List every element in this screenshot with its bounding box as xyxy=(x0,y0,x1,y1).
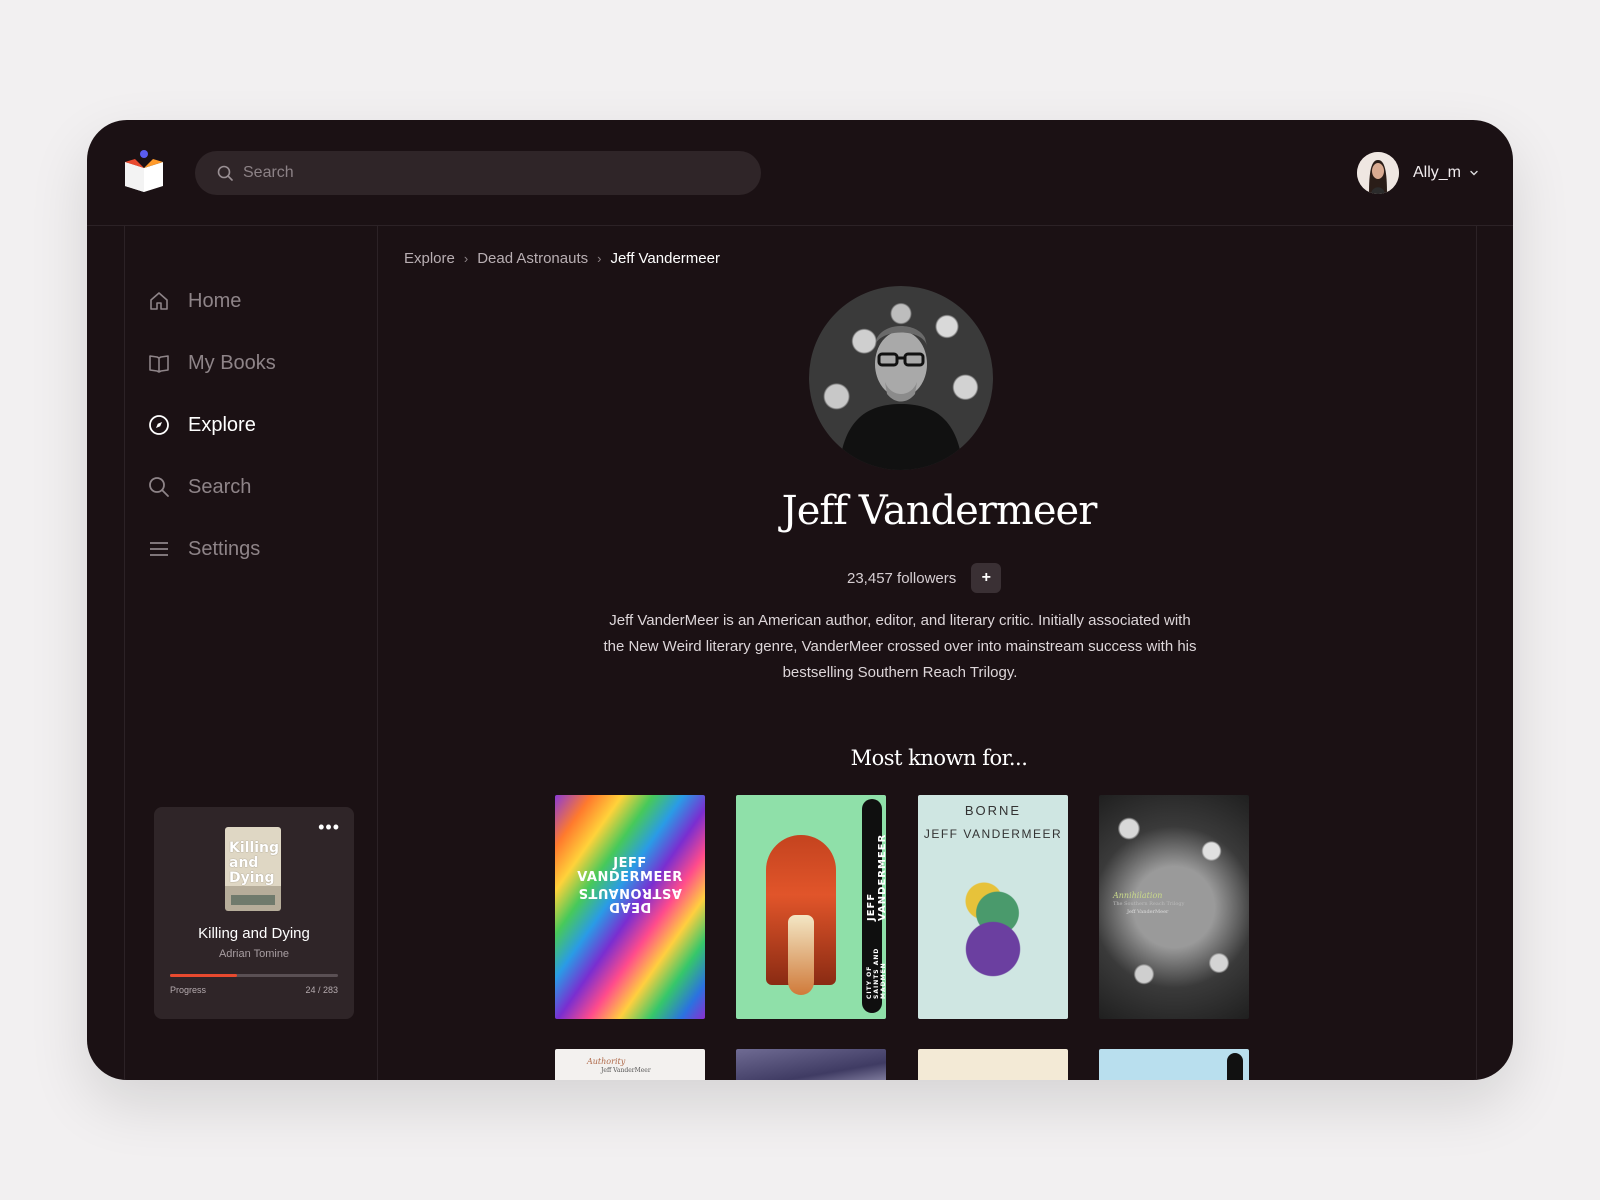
chevron-down-icon[interactable] xyxy=(1469,168,1479,178)
book-cover[interactable]: Killing and Dying xyxy=(225,827,281,911)
sidebar-item-label: Settings xyxy=(188,537,261,560)
progress-bar xyxy=(170,974,338,977)
author-name: Jeff Vandermeer xyxy=(781,488,1098,534)
cover-title: CITY OF SAINTS AND MADMEN xyxy=(866,947,886,999)
top-bar: Ally_m xyxy=(87,120,1513,226)
book-cover-city-of-saints[interactable]: JEFF VANDERMEER CITY OF SAINTS AND MADME… xyxy=(736,795,886,1019)
cover-author: JEFF VANDERMEER xyxy=(923,827,1063,841)
sidebar-item-settings[interactable]: Settings xyxy=(147,518,377,580)
book-cover-authority[interactable]: Authority Jeff VanderMeer xyxy=(555,1049,705,1080)
author-photo xyxy=(809,286,993,470)
cover-text: JEFF xyxy=(613,856,647,871)
cover-author: Jeff VanderMeer xyxy=(601,1067,651,1074)
more-options-icon[interactable]: ••• xyxy=(318,817,340,838)
book-cover[interactable] xyxy=(918,1049,1068,1080)
book-open-icon xyxy=(147,351,171,375)
cover-spine xyxy=(1227,1053,1243,1080)
sidebar-item-label: My Books xyxy=(188,351,276,374)
cover-spine: JEFF VANDERMEER CITY OF SAINTS AND MADME… xyxy=(862,799,886,1013)
follow-button[interactable]: + xyxy=(971,563,1002,593)
cover-title: BORNE xyxy=(964,803,1022,818)
search-bar[interactable] xyxy=(195,151,761,195)
sidebar-item-label: Explore xyxy=(188,413,256,436)
user-menu[interactable]: Ally_m xyxy=(1356,152,1479,194)
cover-illustration xyxy=(231,895,275,905)
app-window: Ally_m Home My Books Explore xyxy=(87,120,1513,1080)
sidebar-item-home[interactable]: Home xyxy=(147,270,377,332)
cover-author: JEFF VANDERMEER xyxy=(866,833,886,921)
sidebar-item-my-books[interactable]: My Books xyxy=(147,332,377,394)
search-icon xyxy=(217,165,233,181)
now-reading-card[interactable]: ••• Killing and Dying Killing and Dying … xyxy=(154,807,354,1019)
sidebar-item-label: Search xyxy=(188,475,252,498)
sidebar-item-search[interactable]: Search xyxy=(147,456,377,518)
progress-label: Progress xyxy=(170,985,207,995)
progress-value: 24 / 283 xyxy=(305,985,338,995)
book-author: Adrian Tomine xyxy=(218,948,290,960)
cover-author: JEFF VANDERMEER DEAD ASTRONAUTS xyxy=(555,856,705,915)
breadcrumb-dead-astronauts[interactable]: Dead Astronauts xyxy=(477,250,588,267)
cover-author: Jeff VanderMeer xyxy=(1127,909,1169,915)
sidebar-nav: Home My Books Explore Search Settings xyxy=(147,270,377,580)
book-cover-annihilation[interactable]: Annihilation The Southern Reach Trilogy … xyxy=(1099,795,1249,1019)
progress-fill xyxy=(170,974,238,977)
section-heading: Most known for... xyxy=(850,746,1028,770)
cover-text: VANDERMEER xyxy=(577,870,683,885)
author-bio: Jeff VanderMeer is an American author, e… xyxy=(603,612,1197,681)
cover-title: Annihilation xyxy=(1113,891,1163,900)
cover-subtitle: The Southern Reach Trilogy xyxy=(1113,901,1185,907)
menu-icon xyxy=(147,537,171,561)
search-input[interactable] xyxy=(243,164,723,182)
followers-count: 23,457 followers xyxy=(847,569,957,587)
app-logo[interactable] xyxy=(123,148,165,196)
breadcrumb-current: Jeff Vandermeer xyxy=(610,250,720,267)
cover-title: Killing and Dying xyxy=(229,840,280,886)
followers-row: 23,457 followers + xyxy=(847,563,1002,593)
sidebar-item-label: Home xyxy=(188,289,242,312)
user-name: Ally_m xyxy=(1412,164,1461,181)
book-cover[interactable] xyxy=(736,1049,886,1080)
cover-title: DEAD ASTRONAUTS xyxy=(578,885,682,914)
search-icon xyxy=(147,475,171,499)
book-cover-borne[interactable]: BORNE JEFF VANDERMEER xyxy=(918,795,1068,1019)
book-cover-dead-astronauts[interactable]: JEFF VANDERMEER DEAD ASTRONAUTS xyxy=(555,795,705,1019)
divider xyxy=(124,226,125,1080)
cover-title: Authority xyxy=(587,1057,626,1066)
cover-illustration xyxy=(788,915,814,995)
home-icon xyxy=(147,289,171,313)
book-title: Killing and Dying xyxy=(198,925,310,942)
cover-illustration xyxy=(948,865,1038,985)
divider xyxy=(1476,226,1477,1080)
avatar[interactable] xyxy=(1356,152,1399,194)
divider xyxy=(377,226,378,1080)
compass-icon xyxy=(147,413,171,437)
breadcrumb-separator: › xyxy=(463,251,469,266)
breadcrumb-explore[interactable]: Explore xyxy=(404,250,455,267)
breadcrumb: Explore › Dead Astronauts › Jeff Vanderm… xyxy=(404,250,720,267)
breadcrumb-separator: › xyxy=(597,251,602,266)
book-cover[interactable] xyxy=(1099,1049,1249,1080)
sidebar-item-explore[interactable]: Explore xyxy=(147,394,377,456)
